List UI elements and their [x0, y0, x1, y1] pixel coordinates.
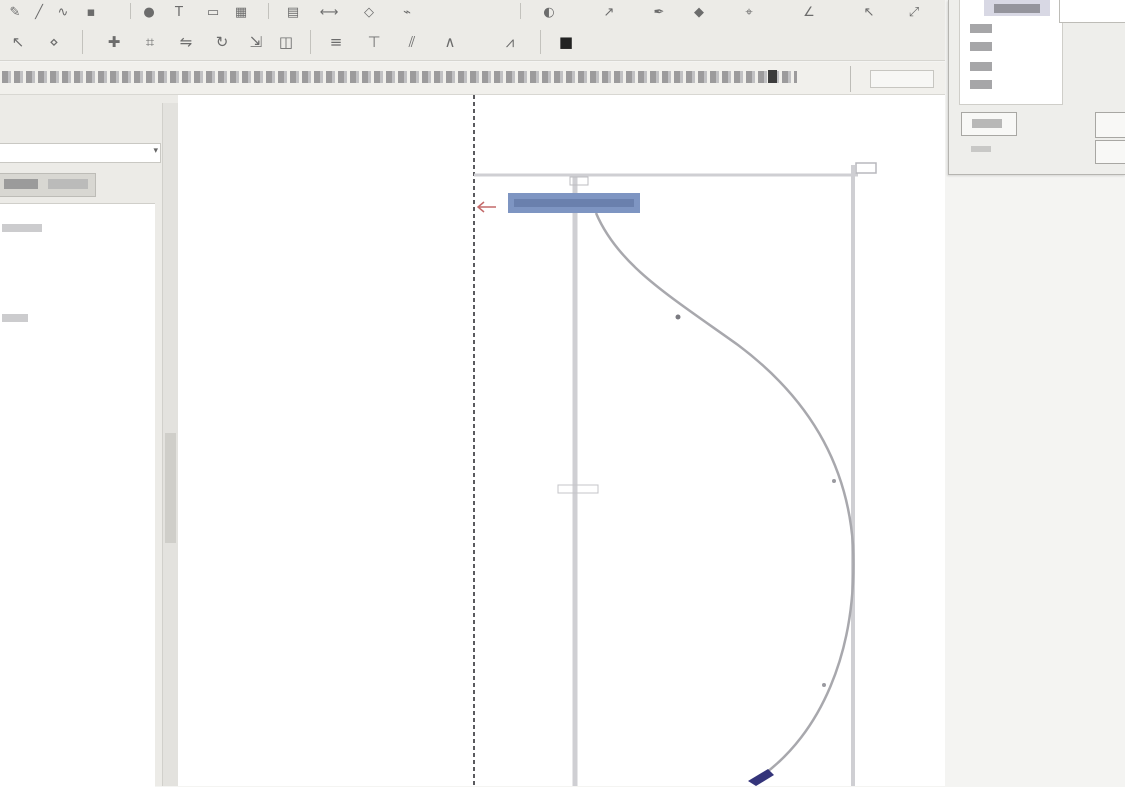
- notch-icon[interactable]: ⊤: [364, 32, 384, 52]
- popup-list-item[interactable]: [970, 62, 992, 71]
- popup-list-item[interactable]: [994, 4, 1040, 13]
- dart-icon[interactable]: ∧: [440, 32, 460, 52]
- pen-icon[interactable]: ✒: [650, 4, 668, 20]
- prompt-confirm-button[interactable]: [870, 70, 934, 88]
- ok-button[interactable]: [961, 112, 1017, 136]
- arrow-icon[interactable]: ↗: [600, 4, 618, 20]
- command-prompt-bar: [0, 62, 945, 95]
- target-icon[interactable]: ⌖: [740, 4, 758, 20]
- popup-list[interactable]: [959, 0, 1063, 105]
- selected-element-text: [514, 199, 634, 207]
- toolbar-separator: [268, 3, 269, 19]
- toolbar-separator: [540, 30, 541, 54]
- panel-tab-label-secondary: [48, 179, 88, 189]
- properties-popup: [948, 0, 1125, 175]
- canvas-drawing: [473, 95, 877, 786]
- add-node-icon[interactable]: ✚: [104, 32, 124, 52]
- curve-path: [594, 212, 855, 777]
- popup-hint-text: [971, 146, 991, 152]
- prompt-divider: [850, 66, 851, 92]
- curve-node: [832, 479, 836, 483]
- prompt-text: [2, 71, 797, 83]
- expand-icon[interactable]: ⤢: [905, 4, 923, 20]
- rect-icon[interactable]: ▭: [204, 4, 222, 20]
- scale-icon[interactable]: ⇲: [246, 32, 266, 52]
- pattern-icon[interactable]: ⌗: [140, 32, 160, 52]
- node-icon[interactable]: ⋄: [44, 32, 64, 52]
- mid-tick-marker: [557, 484, 599, 494]
- toolbar-row-2: ↖ ⋄ ✚ ⌗ ⇋ ↻ ⇲ ◫ ≡ ⊤ ⫽ ∧ ⩘ ■: [0, 22, 945, 61]
- left-panel: ▾: [0, 95, 179, 787]
- bold-icon[interactable]: ▪: [82, 4, 100, 20]
- layer-icon[interactable]: ◫: [276, 32, 296, 52]
- prompt-cursor: [768, 70, 777, 83]
- mirror-icon[interactable]: ⇋: [176, 32, 196, 52]
- pointer-icon[interactable]: ↖: [860, 4, 878, 20]
- toolbar-separator: [310, 30, 311, 54]
- panel-scrollbar[interactable]: [162, 103, 179, 786]
- scrollbar-thumb[interactable]: [165, 433, 176, 543]
- panel-tab-label: [4, 179, 38, 189]
- left-arrow-marker: [476, 201, 496, 213]
- toolbar-row-1: ✎ ╱ ∿ ▪ ● T ▭ ▦ ▤ ⟷ ◇ ⌁ ◐ ↗ ✒ ◆ ⌖ ∠ ↖ ⤢: [0, 0, 945, 23]
- link-icon[interactable]: ⌁: [398, 4, 416, 20]
- grade-icon[interactable]: ≡: [326, 32, 346, 52]
- select-icon[interactable]: ↖: [8, 32, 28, 52]
- rotate-icon[interactable]: ↻: [212, 32, 232, 52]
- fill-icon[interactable]: ◐: [540, 4, 558, 20]
- seam-icon[interactable]: ⫽: [402, 32, 422, 52]
- list-item[interactable]: [2, 224, 42, 232]
- table-icon[interactable]: ▤: [284, 4, 302, 20]
- snap-icon[interactable]: ∠: [800, 4, 818, 20]
- corner-marker: [855, 162, 877, 174]
- curve-node: [675, 314, 681, 320]
- popup-side-button[interactable]: [1095, 112, 1125, 138]
- curve-endpoint-marker: [748, 769, 774, 786]
- pleat-icon[interactable]: ⩘: [500, 32, 520, 52]
- mark-icon[interactable]: ■: [556, 32, 576, 52]
- popup-list-item[interactable]: [970, 80, 992, 89]
- dot-icon[interactable]: ●: [140, 4, 158, 20]
- popup-list-item[interactable]: [970, 42, 992, 51]
- toolbar-separator: [82, 30, 83, 54]
- chevron-down-icon[interactable]: ▾: [153, 146, 158, 156]
- popup-side-button[interactable]: [1095, 140, 1125, 164]
- panel-list: [0, 203, 155, 787]
- grid-icon[interactable]: ▦: [232, 4, 250, 20]
- toolbar-separator: [520, 3, 521, 19]
- measure-icon[interactable]: ⟷: [320, 4, 339, 20]
- curve-icon[interactable]: ∿: [54, 4, 72, 20]
- text-icon[interactable]: T: [170, 4, 188, 20]
- draw-icon[interactable]: ✎: [6, 4, 24, 20]
- line-icon[interactable]: ╱: [30, 4, 48, 20]
- list-item[interactable]: [2, 314, 28, 322]
- curve-node: [822, 683, 826, 687]
- drawing-canvas[interactable]: [178, 95, 945, 786]
- shape-icon[interactable]: ◇: [360, 4, 378, 20]
- zoom-icon[interactable]: ◆: [690, 4, 708, 20]
- panel-tab[interactable]: [0, 173, 96, 197]
- panel-combo-box[interactable]: ▾: [0, 143, 161, 163]
- popup-list-item[interactable]: [970, 24, 992, 33]
- popup-value-field[interactable]: [1059, 0, 1125, 23]
- ok-button-label: [972, 119, 1002, 128]
- toolbar-separator: [130, 3, 131, 19]
